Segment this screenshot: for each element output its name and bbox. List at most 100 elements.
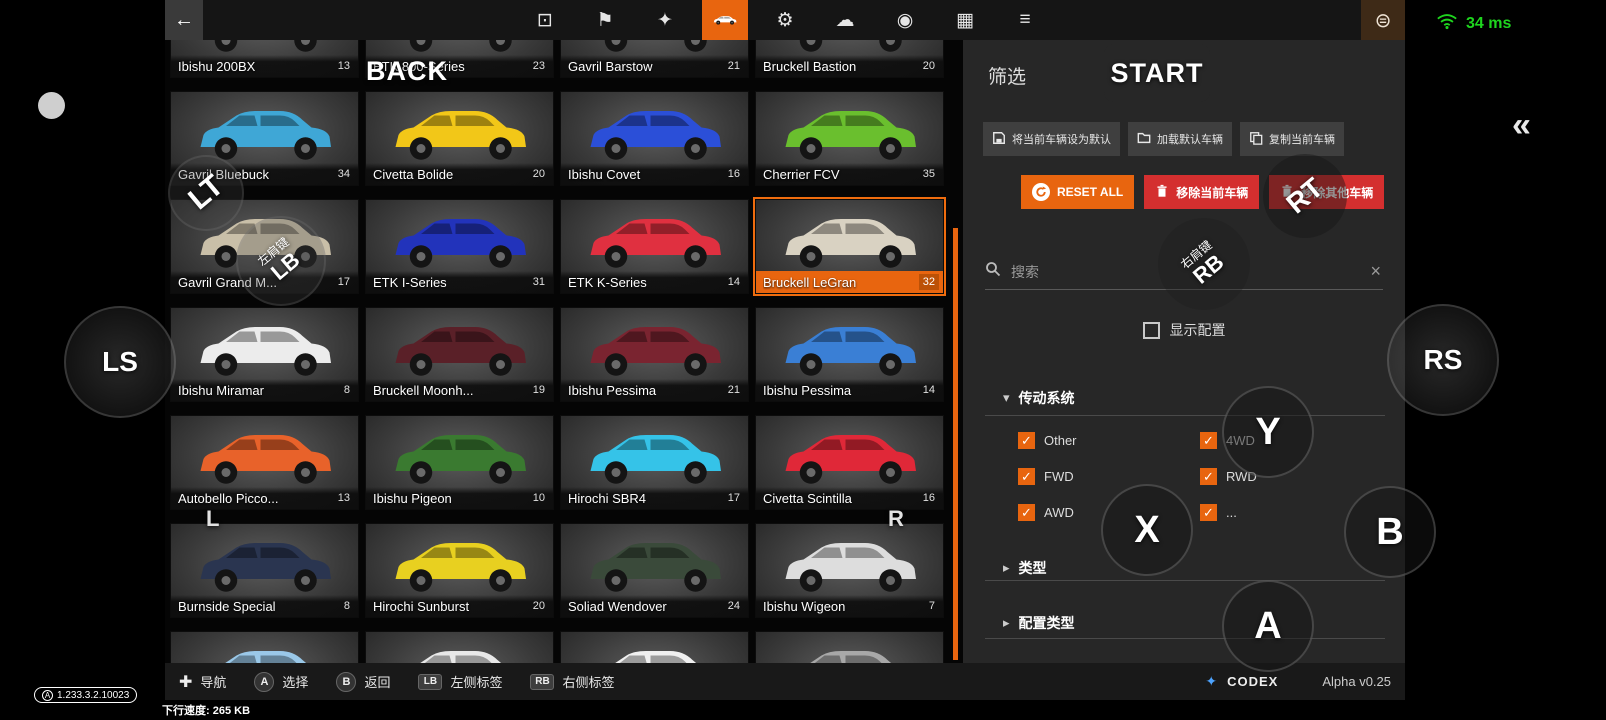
top-tab[interactable]: ◉: [882, 0, 928, 40]
weather-icon: ☁: [836, 9, 855, 32]
vehicle-thumbnail: [381, 639, 539, 663]
filter-panel: 筛选 将当前车辆设为默认 加载默认车辆: [963, 40, 1405, 663]
chevron-right-icon: ▸: [1003, 615, 1010, 631]
lb-bumper-button[interactable]: 左肩键 LB: [236, 216, 326, 306]
vehicle-card[interactable]: Ibishu Pigeon 10: [365, 415, 554, 510]
floating-dot-button[interactable]: [38, 92, 65, 119]
top-tab[interactable]: ⊡: [522, 0, 568, 40]
vehicle-card[interactable]: Ibishu Covet 16: [560, 91, 749, 186]
vehicle-card[interactable]: Autobello Picco... 13: [170, 415, 359, 510]
vehicle-card[interactable]: Ibishu Pessima 14: [755, 307, 944, 402]
drivetrain-option[interactable]: ...: [1200, 504, 1257, 521]
option-checkbox[interactable]: [1018, 504, 1035, 521]
vehicle-label-row: Bruckell LeGran 32: [756, 271, 943, 293]
section-config-type-header[interactable]: ▸ 配置类型: [1003, 613, 1075, 633]
vehicle-thumbnail: [186, 423, 344, 489]
hint-button[interactable]: A: [254, 672, 274, 692]
lt-trigger-button[interactable]: LT: [168, 155, 244, 231]
top-tab[interactable]: ⚑: [582, 0, 628, 40]
reset-action-button[interactable]: 移除当前车辆: [1144, 175, 1259, 209]
hint-button[interactable]: RB: [530, 674, 554, 690]
overlay-collapse-button[interactable]: «: [1512, 106, 1531, 145]
engine-icon: ⚙: [776, 9, 793, 32]
section-divider: [985, 638, 1385, 639]
stream-menu-button[interactable]: ⊜: [1361, 0, 1405, 40]
y-face-button[interactable]: Y: [1222, 386, 1314, 478]
top-tab[interactable]: ☁: [822, 0, 868, 40]
top-tab[interactable]: ▦: [942, 0, 988, 40]
hint-button[interactable]: ✚: [179, 672, 192, 692]
vehicle-card[interactable]: Bruckell Bastion 20: [755, 40, 944, 78]
badge-a-icon: A: [42, 690, 53, 701]
vehicle-card[interactable]: Bruckell LeGran 32: [755, 199, 944, 294]
wifi-icon: [1436, 12, 1458, 35]
vehicle-config-count: 23: [529, 58, 549, 74]
section-divider: [985, 580, 1385, 581]
rb-bumper-button[interactable]: 右肩键 RB: [1158, 218, 1250, 310]
drivetrain-option[interactable]: FWD: [1018, 468, 1200, 485]
action-button-label: 复制当前车辆: [1269, 131, 1335, 147]
vehicle-name: Soliad Wendover: [568, 599, 720, 614]
vehicle-config-count: 20: [529, 166, 549, 182]
vehicle-label-row: Ibishu Covet 16: [561, 163, 748, 185]
vehicle-card[interactable]: [365, 631, 554, 663]
option-checkbox[interactable]: [1018, 432, 1035, 449]
vehicle-action-button[interactable]: 将当前车辆设为默认: [983, 122, 1120, 156]
start-overlay-button[interactable]: START: [1104, 44, 1210, 102]
drivetrain-option[interactable]: Other: [1018, 432, 1200, 449]
option-checkbox[interactable]: [1018, 468, 1035, 485]
reset-action-button[interactable]: RESET ALL: [1021, 175, 1134, 209]
section-type-header[interactable]: ▸ 类型: [1003, 558, 1047, 578]
vehicle-card[interactable]: Soliad Wendover 24: [560, 523, 749, 618]
back-arrow-button[interactable]: ←: [165, 0, 203, 40]
vehicle-card[interactable]: Civetta Bolide 20: [365, 91, 554, 186]
controller-hint: A 选择: [254, 672, 308, 692]
grid-scrollbar[interactable]: [953, 228, 958, 660]
vehicle-actions-row: 将当前车辆设为默认 加载默认车辆 复制当前车辆: [983, 122, 1344, 156]
vehicle-card[interactable]: [170, 631, 359, 663]
vehicle-card[interactable]: ETK I-Series 31: [365, 199, 554, 294]
vehicle-card[interactable]: Hirochi SBR4 17: [560, 415, 749, 510]
option-checkbox[interactable]: [1200, 468, 1217, 485]
vehicle-name: Ibishu Pigeon: [373, 491, 525, 506]
vehicle-card[interactable]: Gavril Barstow 21: [560, 40, 749, 78]
rt-trigger-button[interactable]: RT: [1263, 154, 1347, 238]
show-configs-checkbox[interactable]: [1143, 322, 1160, 339]
vehicle-action-button[interactable]: 加载默认车辆: [1128, 122, 1232, 156]
b-face-button[interactable]: B: [1344, 486, 1436, 578]
vehicle-card[interactable]: Burnside Special 8: [170, 523, 359, 618]
vehicle-card[interactable]: Ibishu 200BX 13: [170, 40, 359, 78]
widgets-icon: ⊡: [537, 9, 553, 32]
back-overlay-button[interactable]: BACK: [366, 56, 448, 87]
hint-button[interactable]: B: [336, 672, 356, 692]
top-tab[interactable]: ✦: [642, 0, 688, 40]
vehicle-card[interactable]: Bruckell Moonh... 19: [365, 307, 554, 402]
x-face-button[interactable]: X: [1101, 484, 1193, 576]
vehicle-card[interactable]: [755, 631, 944, 663]
vehicle-card[interactable]: Ibishu Miramar 8: [170, 307, 359, 402]
clear-search-icon[interactable]: ×: [1368, 261, 1383, 282]
option-checkbox[interactable]: [1200, 432, 1217, 449]
top-tab[interactable]: ≡: [1002, 0, 1048, 40]
vehicle-card[interactable]: Ibishu Pessima 21: [560, 307, 749, 402]
vehicle-action-button[interactable]: 复制当前车辆: [1240, 122, 1344, 156]
top-tab[interactable]: [702, 0, 748, 40]
a-face-button[interactable]: A: [1222, 580, 1314, 672]
top-tab[interactable]: ⚙: [762, 0, 808, 40]
section-drivetrain-header[interactable]: ▾ 传动系统: [1003, 388, 1075, 408]
vehicle-card[interactable]: ETK K-Series 14: [560, 199, 749, 294]
vehicle-grid: Ibishu 200BX 13 ETK 800-Series 23: [170, 40, 944, 663]
vehicle-card[interactable]: Hirochi Sunburst 20: [365, 523, 554, 618]
hint-button[interactable]: LB: [418, 674, 442, 690]
vehicle-card[interactable]: Cherrier FCV 35: [755, 91, 944, 186]
vehicle-card[interactable]: Ibishu Wigeon 7: [755, 523, 944, 618]
right-stick[interactable]: RS: [1387, 304, 1499, 416]
vehicle-card[interactable]: Civetta Scintilla 16: [755, 415, 944, 510]
vehicle-label-row: Ibishu Pigeon 10: [366, 487, 553, 509]
vehicle-card[interactable]: [560, 631, 749, 663]
option-checkbox[interactable]: [1200, 504, 1217, 521]
controller-hint-bar: ✚ 导航 A 选择 B 返回 LB 左侧标签: [165, 663, 1405, 700]
show-configs-toggle[interactable]: 显示配置: [963, 320, 1405, 340]
left-stick[interactable]: LS: [64, 306, 176, 418]
vehicle-name: Autobello Picco...: [178, 491, 330, 506]
